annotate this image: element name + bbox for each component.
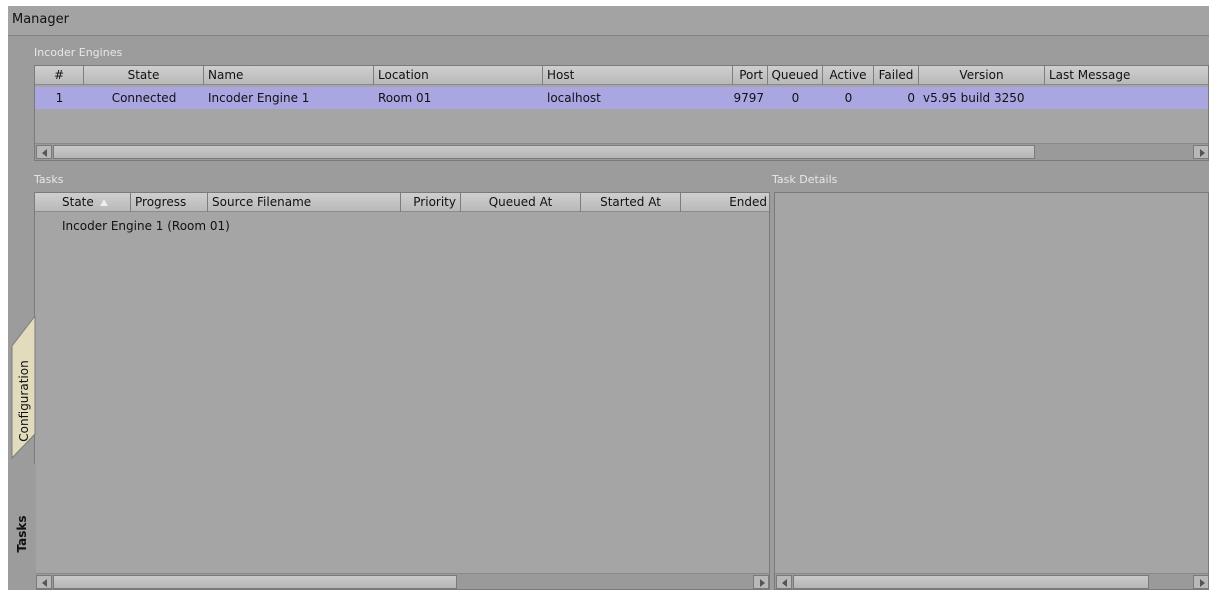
col-host[interactable]: Host <box>543 66 733 85</box>
cell-location: Room 01 <box>378 91 432 105</box>
tab-configuration-label-wrap: Configuration <box>12 346 35 456</box>
col-queued-at[interactable]: Queued At <box>461 193 581 212</box>
engines-horizontal-scrollbar[interactable] <box>35 143 1208 160</box>
col-task-state[interactable]: State <box>35 193 131 212</box>
col-version[interactable]: Version <box>919 66 1045 85</box>
col-started-at[interactable]: Started At <box>581 193 681 212</box>
scroll-thumb[interactable] <box>53 145 1035 159</box>
task-details-section-label: Task Details <box>772 173 838 186</box>
details-horizontal-scrollbar[interactable] <box>775 573 1208 589</box>
sort-ascending-icon <box>99 199 108 206</box>
tab-configuration-label: Configuration <box>16 360 31 442</box>
col-active[interactable]: Active <box>823 66 874 85</box>
tasks-table: State Progress Source Filename Priority … <box>34 192 770 590</box>
tab-tasks-label: Tasks <box>15 515 29 553</box>
tab-tasks-label-wrap: Tasks <box>10 494 34 574</box>
col-number[interactable]: # <box>35 66 84 85</box>
col-location[interactable]: Location <box>374 66 543 85</box>
scroll-left-icon[interactable] <box>776 575 792 589</box>
title-bar: Manager <box>8 6 1209 36</box>
scroll-right-icon[interactable] <box>753 575 769 589</box>
cell-name: Incoder Engine 1 <box>208 91 310 105</box>
cell-port: 9797 <box>733 91 764 105</box>
cell-number: 1 <box>55 91 64 105</box>
scroll-thumb[interactable] <box>53 575 457 589</box>
tab-tasks[interactable]: Tasks <box>8 464 36 590</box>
col-source-filename[interactable]: Source Filename <box>208 193 401 212</box>
cell-failed: 0 <box>907 91 915 105</box>
engines-section-label: Incoder Engines <box>34 46 123 59</box>
group-label: Incoder Engine 1 (Room 01) <box>62 219 230 233</box>
tasks-horizontal-scrollbar[interactable] <box>35 573 769 589</box>
manager-window: Manager Incoder Engines # State Name Loc… <box>8 6 1209 590</box>
col-queued[interactable]: Queued <box>768 66 823 85</box>
scroll-left-icon[interactable] <box>36 575 52 589</box>
engines-table-header: # State Name Location Host Port Queued A… <box>35 66 1208 85</box>
cell-last-message <box>1045 87 1208 109</box>
col-last-message[interactable]: Last Message <box>1045 66 1208 85</box>
group-row[interactable]: Incoder Engine 1 (Room 01) <box>35 215 769 237</box>
cell-host: localhost <box>547 91 601 105</box>
scroll-right-icon[interactable] <box>1193 575 1208 589</box>
scroll-thumb[interactable] <box>793 575 1149 589</box>
cell-queued: 0 <box>791 91 800 105</box>
col-failed[interactable]: Failed <box>874 66 919 85</box>
col-name[interactable]: Name <box>204 66 374 85</box>
tasks-table-header: State Progress Source Filename Priority … <box>35 193 769 212</box>
scroll-left-icon[interactable] <box>36 145 52 159</box>
task-details-panel <box>774 192 1209 590</box>
col-ended[interactable]: Ended <box>681 193 769 212</box>
table-row[interactable]: 1 Connected Incoder Engine 1 Room 01 loc… <box>35 87 1208 109</box>
col-port[interactable]: Port <box>733 66 768 85</box>
engines-table: # State Name Location Host Port Queued A… <box>34 65 1209 161</box>
tasks-section-label: Tasks <box>34 173 64 186</box>
col-priority[interactable]: Priority <box>401 193 461 212</box>
cell-version: v5.95 build 3250 <box>923 91 1025 105</box>
cell-state: Connected <box>111 91 177 105</box>
col-task-state-label: State <box>62 195 94 209</box>
scroll-right-icon[interactable] <box>1193 145 1208 159</box>
col-state[interactable]: State <box>84 66 204 85</box>
tab-configuration[interactable]: Configuration <box>8 316 36 464</box>
col-progress[interactable]: Progress <box>131 193 208 212</box>
cell-active: 0 <box>844 91 853 105</box>
window-title: Manager <box>12 12 69 27</box>
